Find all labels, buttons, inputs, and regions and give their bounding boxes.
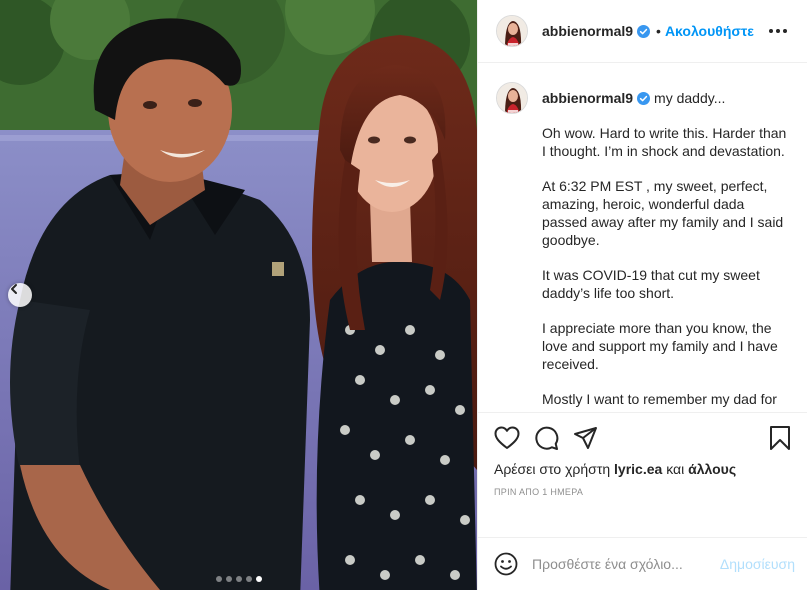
carousel-dot [225, 576, 232, 582]
caption-paragraph: At 6:32 PM EST , my sweet, perfect, amaz… [542, 178, 784, 248]
comment-input[interactable] [532, 556, 720, 572]
carousel-dot-active [255, 576, 262, 582]
verified-badge-icon [637, 91, 651, 105]
caption-section: abbienormal9 my daddy... Oh wow. Hard to… [478, 63, 807, 412]
photo-illustration [0, 0, 477, 590]
carousel-prev-button[interactable] [8, 283, 32, 307]
carousel-dot [235, 576, 242, 582]
caption-username[interactable]: abbienormal9 [542, 89, 633, 107]
carousel-dot [245, 576, 252, 582]
instagram-post: abbienormal9 • Ακολουθήστε abbienormal9 … [0, 0, 807, 590]
chevron-left-icon [11, 284, 17, 294]
comment-bar: Δημοσίευση [478, 537, 807, 590]
caption-title: my daddy... [654, 90, 726, 106]
follow-button[interactable]: Ακολουθήστε [665, 23, 754, 39]
post-timestamp[interactable]: ΠΡΙΝ ΑΠΟ 1 ΗΜΕΡΑ [494, 487, 791, 497]
comment-icon[interactable] [534, 426, 559, 451]
caption-paragraph: Mostly I want to remember my dad for who… [542, 391, 777, 412]
avatar-image [497, 16, 527, 46]
avatar-image [497, 83, 527, 113]
likes-prefix: Αρέσει στο χρήστη [494, 461, 611, 477]
post-photo[interactable] [0, 0, 477, 590]
post-header: abbienormal9 • Ακολουθήστε [478, 0, 807, 63]
likes-summary: Αρέσει στο χρήστη lyric.ea και άλλους [494, 461, 791, 477]
carousel-indicator [0, 576, 477, 582]
emoji-icon[interactable] [494, 552, 518, 576]
caption-avatar[interactable] [496, 82, 528, 114]
caption-paragraph: I appreciate more than you know, the lov… [542, 320, 778, 372]
likes-others-link[interactable]: άλλους [688, 461, 736, 477]
separator-dot: • [656, 23, 661, 39]
caption-paragraph: Oh wow. Hard to write this. Harder than … [542, 125, 787, 159]
post-comment-button[interactable]: Δημοσίευση [720, 556, 795, 572]
caption-paragraph: It was COVID-19 that cut my sweet daddy’… [542, 267, 760, 301]
likes-connector: και [666, 461, 685, 477]
heart-icon[interactable] [494, 426, 520, 450]
post-side-panel: abbienormal9 • Ακολουθήστε abbienormal9 … [477, 0, 807, 590]
caption-text: abbienormal9 my daddy... Oh wow. Hard to… [542, 83, 792, 412]
avatar[interactable] [496, 15, 528, 47]
verified-badge-icon [637, 24, 651, 38]
share-icon[interactable] [573, 426, 598, 450]
username[interactable]: abbienormal9 [542, 23, 633, 39]
bookmark-icon[interactable] [769, 425, 791, 451]
carousel-dot [215, 576, 222, 582]
likes-user-link[interactable]: lyric.ea [614, 461, 662, 477]
more-options-icon[interactable] [765, 25, 791, 37]
action-bar: Αρέσει στο χρήστη lyric.ea και άλλους ΠΡ… [478, 412, 807, 537]
